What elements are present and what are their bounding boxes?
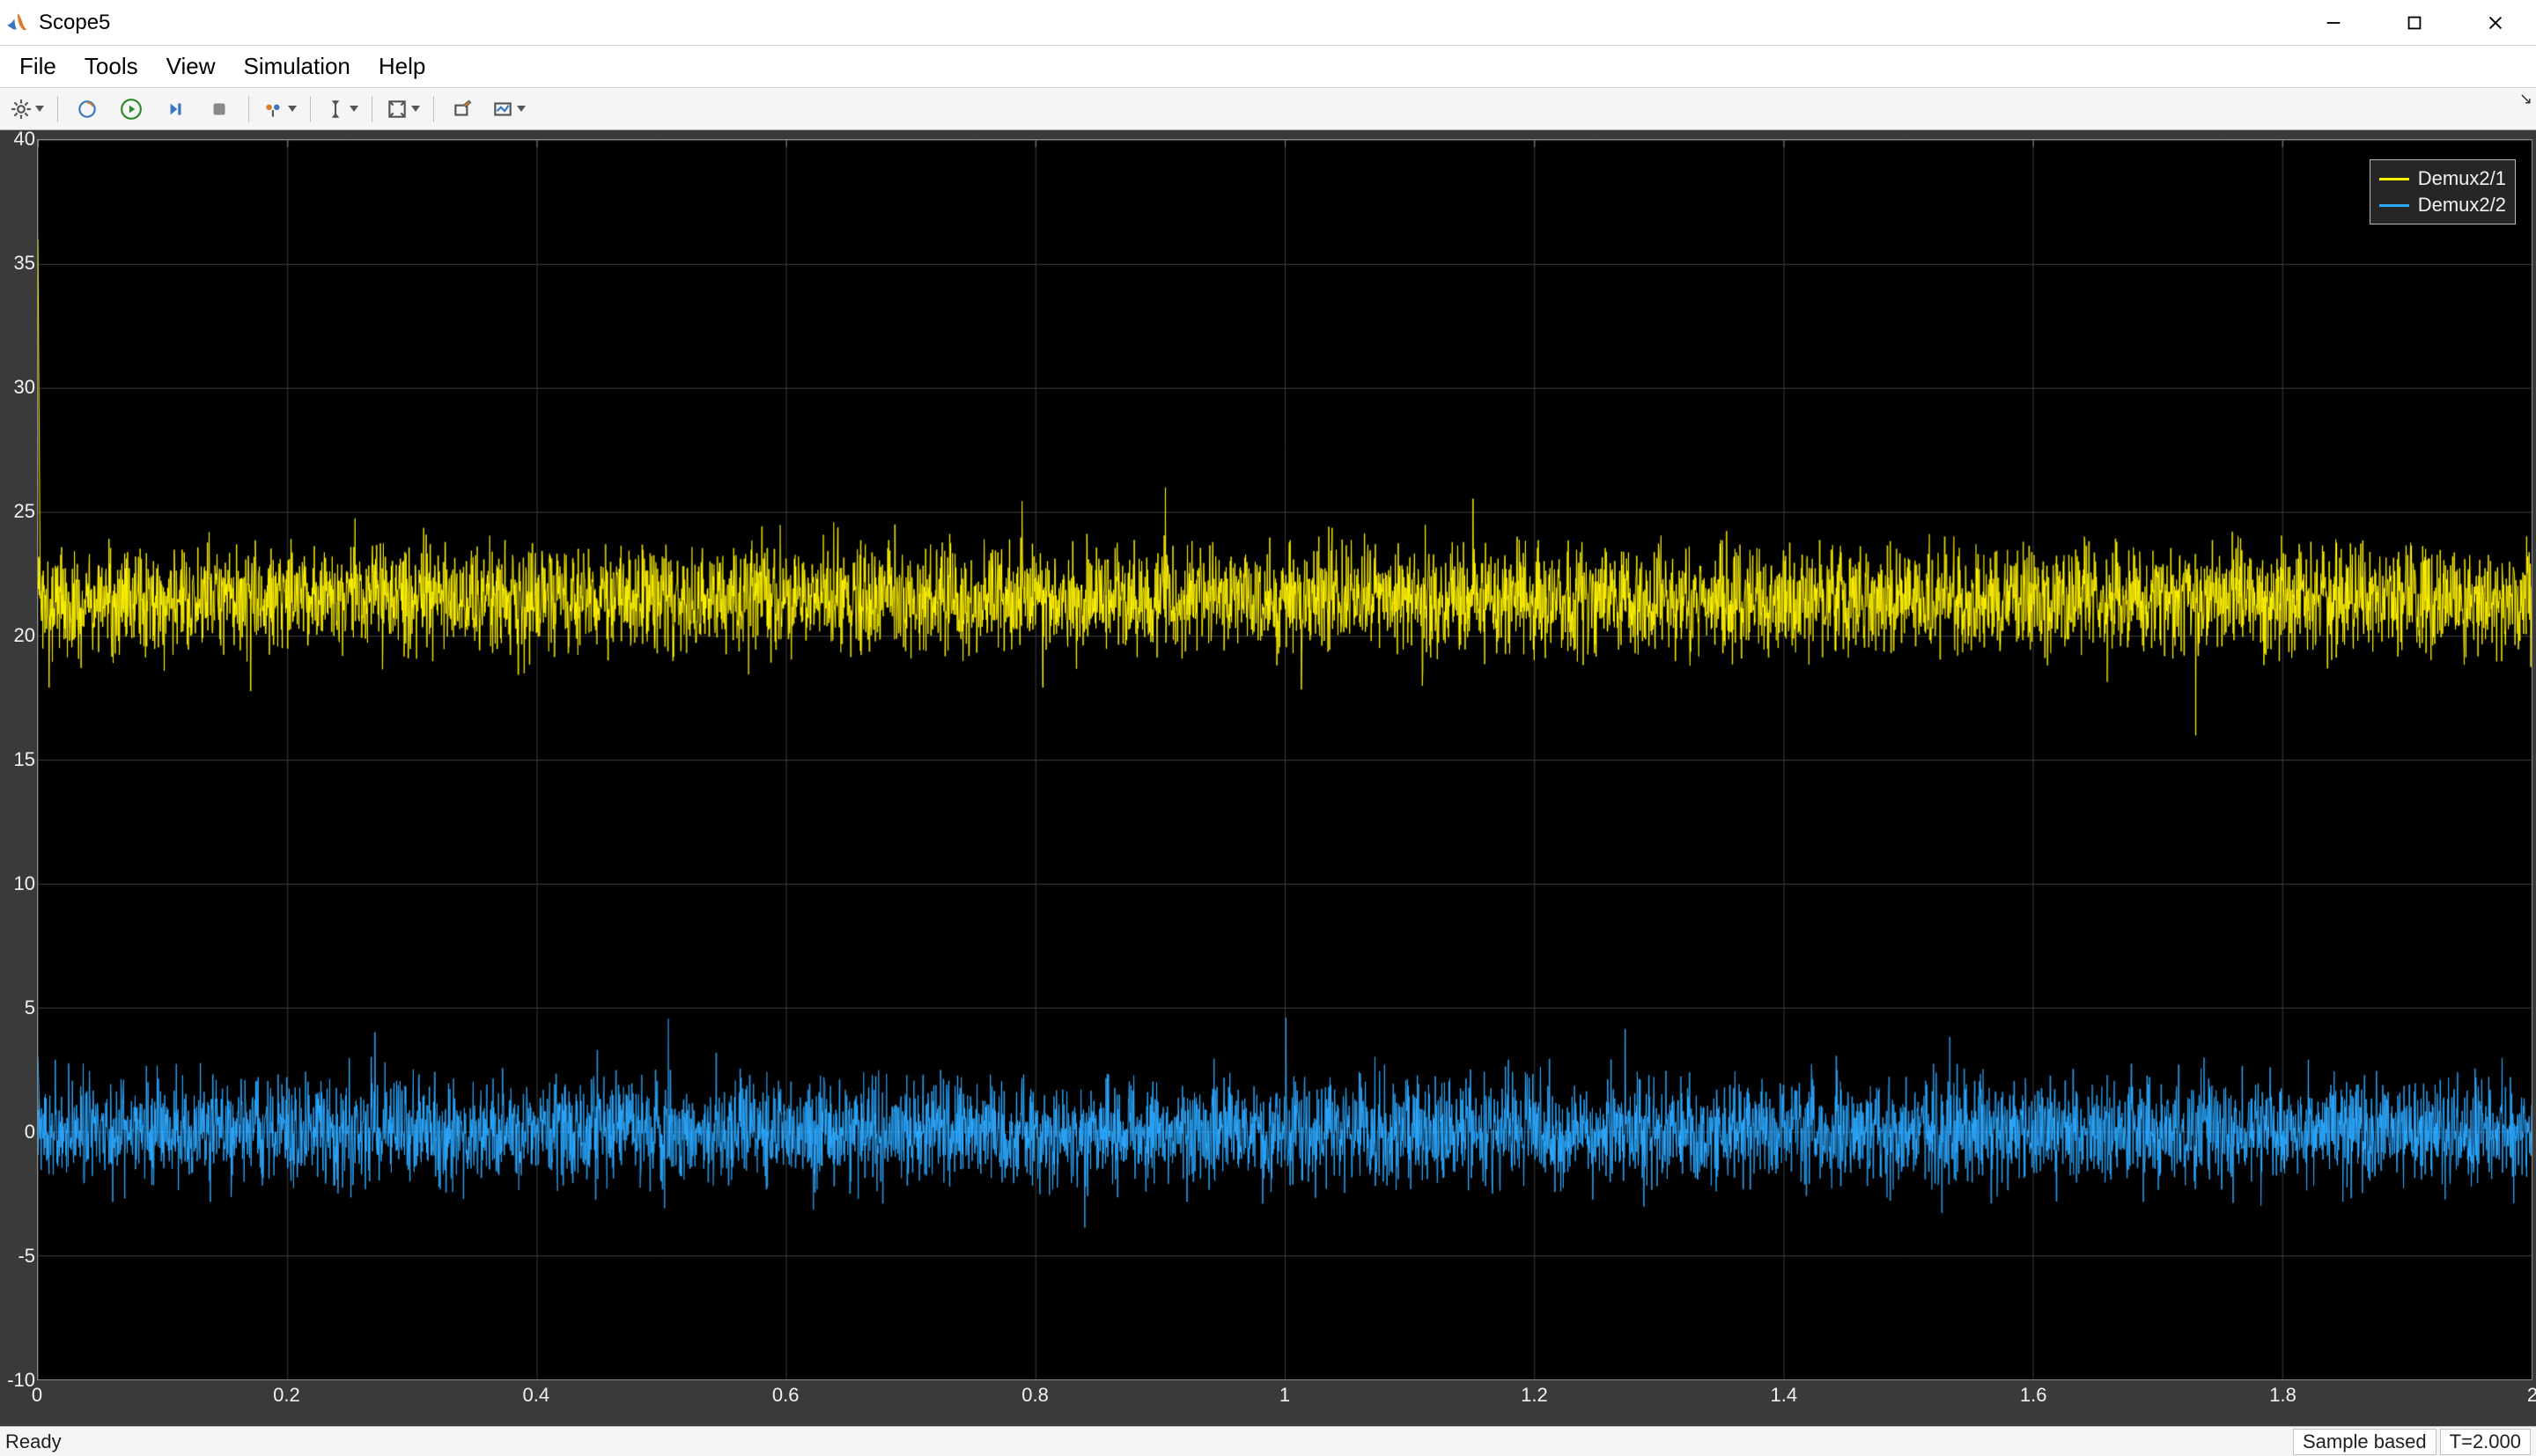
chevron-down-icon	[350, 106, 358, 112]
minimize-button[interactable]	[2293, 0, 2374, 45]
maximize-button[interactable]	[2374, 0, 2455, 45]
y-tick-label: 25	[4, 500, 35, 523]
y-tick-label: 30	[4, 376, 35, 399]
y-tick-label: 5	[4, 996, 35, 1019]
toolbar-separator	[57, 96, 58, 122]
y-tick-label: -10	[4, 1369, 35, 1392]
y-tick-label: 40	[4, 128, 35, 151]
y-tick-label: 15	[4, 748, 35, 771]
config-button[interactable]	[5, 92, 48, 126]
menu-view[interactable]: View	[152, 49, 230, 84]
scope-plot-area: 40 35 30 25 20 15 10 5 0 -5 -10 0 0.2 0.4 0.6 0.8 1 1.2 1…	[0, 130, 2536, 1426]
toolbar	[0, 88, 2536, 130]
legend-label: Demux2/2	[2418, 194, 2506, 217]
x-tick-label: 0.4	[523, 1384, 550, 1407]
close-button[interactable]	[2455, 0, 2536, 45]
status-sample-mode: Sample based	[2293, 1429, 2436, 1455]
axes-1[interactable]: Demux2/1 Demux2/2	[37, 139, 2532, 1380]
x-tick-label: 1	[1279, 1384, 1290, 1407]
y-tick-label: -5	[4, 1245, 35, 1268]
cursor-button[interactable]	[320, 92, 363, 126]
x-tick-label: 0.8	[1021, 1384, 1049, 1407]
x-tick-label: 0.6	[772, 1384, 800, 1407]
matlab-icon	[5, 11, 30, 35]
toolbar-separator	[433, 96, 434, 122]
statusbar: Ready Sample based T=2.000	[0, 1426, 2536, 1456]
dock-corner-icon[interactable]: ↘	[2519, 90, 2532, 108]
legend-label: Demux2/1	[2418, 167, 2506, 190]
chevron-down-icon	[517, 106, 526, 112]
x-tick-label: 1.2	[1521, 1384, 1548, 1407]
menu-simulation[interactable]: Simulation	[230, 49, 365, 84]
highlight-button[interactable]	[487, 92, 530, 126]
x-tick-label: 0	[32, 1384, 42, 1407]
legend-swatch	[2379, 178, 2409, 180]
x-tick-label: 2	[2527, 1384, 2536, 1407]
y-tick-label: 35	[4, 252, 35, 275]
toolbar-separator	[248, 96, 249, 122]
x-tick-label: 1.4	[1771, 1384, 1798, 1407]
legend-swatch	[2379, 204, 2409, 207]
chevron-down-icon	[35, 106, 44, 112]
toolbar-separator	[310, 96, 311, 122]
legend[interactable]: Demux2/1 Demux2/2	[2370, 159, 2516, 224]
autoscale-button[interactable]	[381, 92, 424, 126]
y-tick-label: 0	[4, 1121, 35, 1143]
status-left: Ready	[5, 1430, 62, 1453]
signal-canvas	[38, 140, 2532, 1379]
status-sim-time: T=2.000	[2440, 1429, 2531, 1455]
window-title: Scope5	[39, 11, 110, 35]
menubar: File Tools View Simulation Help	[0, 46, 2536, 88]
x-tick-label: 1.8	[2269, 1384, 2296, 1407]
step-button[interactable]	[155, 92, 195, 126]
window-controls	[2293, 0, 2536, 45]
stop-button[interactable]	[199, 92, 240, 126]
y-tick-label: 10	[4, 872, 35, 895]
print-button[interactable]	[67, 92, 107, 126]
floating-scope-button[interactable]	[443, 92, 483, 126]
chevron-down-icon	[288, 106, 297, 112]
triggers-button[interactable]	[258, 92, 301, 126]
legend-entry-1[interactable]: Demux2/1	[2379, 165, 2506, 192]
legend-entry-2[interactable]: Demux2/2	[2379, 192, 2506, 218]
x-tick-label: 0.2	[273, 1384, 300, 1407]
run-button[interactable]	[111, 92, 151, 126]
menu-file[interactable]: File	[5, 49, 70, 84]
chevron-down-icon	[411, 106, 420, 112]
menu-help[interactable]: Help	[365, 49, 439, 84]
menu-tools[interactable]: Tools	[70, 49, 152, 84]
y-tick-label: 20	[4, 624, 35, 647]
x-tick-label: 1.6	[2020, 1384, 2047, 1407]
window-titlebar: Scope5	[0, 0, 2536, 46]
